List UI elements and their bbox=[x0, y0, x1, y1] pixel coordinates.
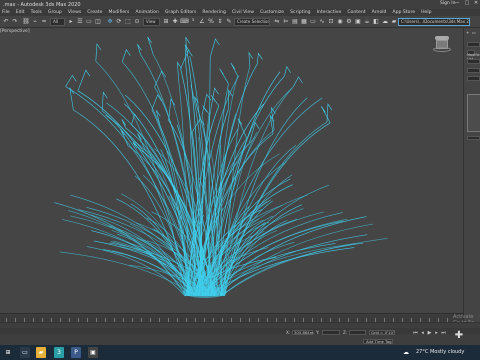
seed-head bbox=[121, 49, 131, 62]
go-to-start-icon[interactable]: ⏮ bbox=[412, 330, 419, 336]
seed-head bbox=[95, 43, 102, 62]
viewcube-compass-icon bbox=[433, 47, 451, 52]
weather-text: 27°C Mostly cloudy bbox=[416, 349, 465, 355]
add-time-tag-button[interactable]: Add Time Tag bbox=[363, 339, 393, 344]
grid-size-readout: Grid = 0'10" bbox=[369, 330, 395, 335]
seed-head bbox=[147, 36, 154, 55]
photoshop-icon[interactable]: P bbox=[71, 347, 81, 358]
play-icon[interactable]: ▶ bbox=[426, 330, 433, 336]
seed-head bbox=[292, 76, 303, 88]
z-coord-field[interactable] bbox=[349, 330, 366, 335]
stack-controls[interactable] bbox=[467, 136, 480, 140]
z-coord-label: Z: bbox=[343, 330, 348, 335]
weather-icon: ☁ bbox=[403, 349, 409, 356]
grass-blade bbox=[68, 210, 186, 297]
seed-head bbox=[131, 113, 139, 125]
grass-blade bbox=[224, 97, 308, 297]
grass-blade bbox=[87, 246, 186, 297]
modifier-stack-entry[interactable] bbox=[467, 76, 480, 81]
seed-head bbox=[284, 65, 291, 77]
seed-head bbox=[137, 44, 142, 55]
grass-blade bbox=[216, 223, 374, 297]
modify-tab-icon[interactable]: ▭ bbox=[472, 30, 476, 35]
modifier-stack-entry[interactable] bbox=[467, 68, 480, 73]
grass-blade bbox=[59, 251, 196, 297]
time-slider[interactable] bbox=[0, 313, 463, 323]
windows-taskbar: ⊞ ▭ ▰ 3 P ▣ ☁ 27°C Mostly cloudy bbox=[0, 345, 480, 360]
seed-head bbox=[77, 69, 91, 91]
command-panel: + ▭ Modifier List bbox=[463, 28, 480, 328]
x-coord-field[interactable]: 305.664m bbox=[292, 330, 313, 335]
create-tab-icon[interactable]: + bbox=[466, 30, 470, 35]
y-coord-field[interactable] bbox=[322, 330, 340, 335]
seed-head bbox=[168, 98, 176, 121]
seed-head bbox=[154, 70, 167, 88]
close-button[interactable]: ✕ bbox=[471, 0, 480, 9]
file-explorer-icon[interactable]: ▰ bbox=[36, 347, 46, 358]
seed-head bbox=[65, 74, 77, 87]
modifier-stack-list[interactable] bbox=[467, 94, 480, 132]
seed-head bbox=[177, 61, 182, 81]
seed-head bbox=[202, 105, 210, 115]
prompt-line bbox=[0, 328, 480, 334]
modifier-list-dropdown[interactable] bbox=[467, 59, 480, 64]
seed-head bbox=[101, 91, 108, 111]
seed-head bbox=[210, 38, 220, 57]
seed-head bbox=[121, 119, 127, 129]
go-to-end-icon[interactable]: ⏭ bbox=[440, 330, 447, 336]
object-name-field[interactable] bbox=[467, 42, 480, 47]
app-icon[interactable]: ▣ bbox=[88, 347, 98, 358]
start-icon[interactable]: ⊞ bbox=[3, 347, 13, 358]
grass-base bbox=[183, 286, 227, 298]
task-view-icon[interactable]: ▭ bbox=[20, 347, 30, 358]
seed-head bbox=[219, 68, 229, 84]
seed-head bbox=[230, 62, 238, 77]
3ds-max-icon[interactable]: 3 bbox=[54, 347, 64, 358]
y-coord-label: Y: bbox=[316, 330, 320, 335]
grass-blades bbox=[54, 36, 388, 298]
previous-frame-icon[interactable]: ◂ bbox=[419, 330, 426, 336]
seed-head bbox=[326, 103, 333, 123]
seed-head bbox=[256, 52, 263, 65]
next-frame-icon[interactable]: ▸ bbox=[433, 330, 440, 336]
grass-wireframe-mesh[interactable] bbox=[0, 0, 463, 313]
seed-head bbox=[321, 106, 331, 124]
grass-blade bbox=[221, 242, 364, 297]
viewcube-icon[interactable] bbox=[433, 36, 451, 52]
seed-head bbox=[185, 36, 191, 48]
x-coord-label: X: bbox=[286, 330, 291, 335]
viewport-navigation-icon[interactable]: ✚ bbox=[454, 331, 464, 341]
seed-head bbox=[248, 51, 254, 67]
